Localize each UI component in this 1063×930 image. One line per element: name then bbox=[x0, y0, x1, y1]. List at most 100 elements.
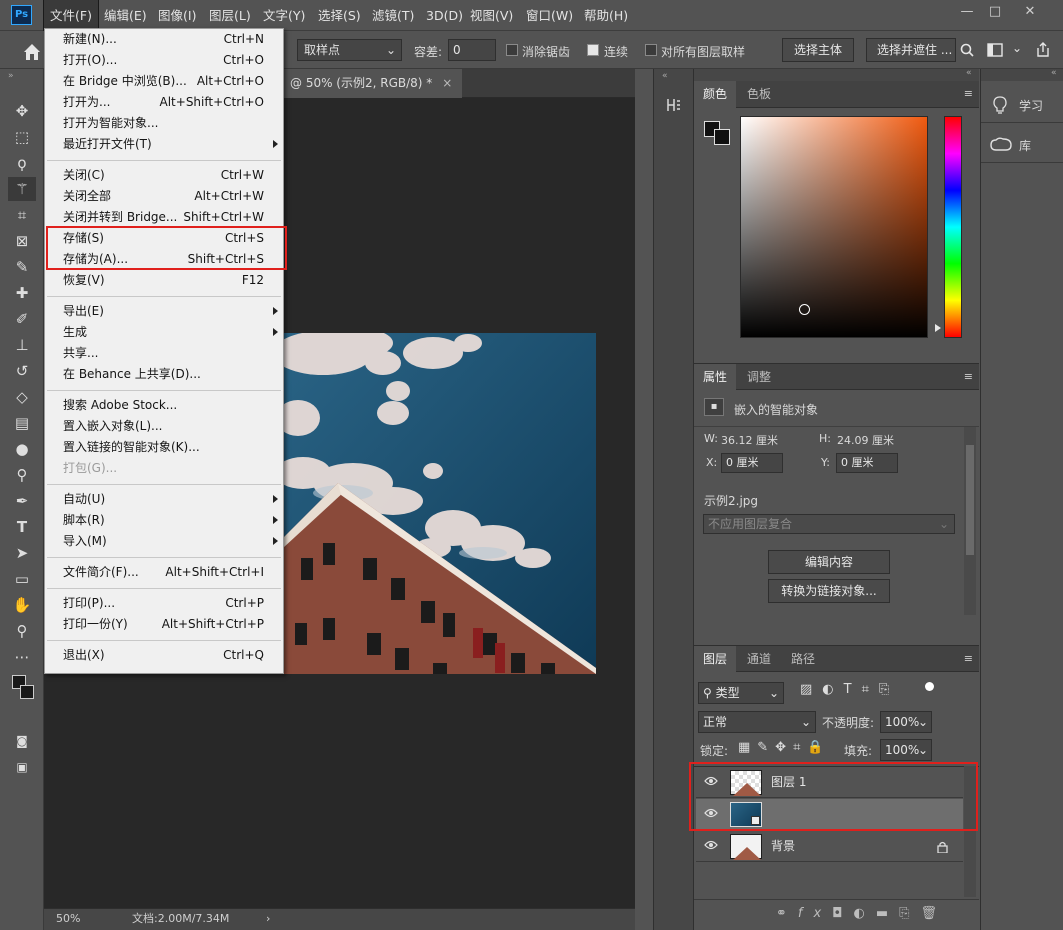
layer-actions[interactable]: ⚭fx◘◐▬⎘🗑 bbox=[776, 906, 948, 921]
menu-item[interactable]: 文件(F) bbox=[43, 0, 99, 32]
layer-comp-select[interactable]: 不应用图层复合 ⌄ bbox=[703, 514, 955, 534]
antialias-checkbox[interactable] bbox=[506, 44, 518, 56]
tab-layers[interactable]: 图层 bbox=[694, 646, 737, 673]
hue-slider[interactable] bbox=[944, 116, 962, 338]
share-icon[interactable] bbox=[1035, 42, 1051, 58]
menu-item[interactable]: 图层(L) bbox=[203, 0, 257, 31]
crop-tool-icon[interactable]: ⌗ bbox=[8, 203, 36, 227]
layer-filter-icons[interactable]: ▨◐T⌗⎘ bbox=[800, 682, 899, 697]
color-picker-cursor[interactable] bbox=[799, 304, 810, 315]
file-menu-item[interactable]: 导入(M) bbox=[63, 531, 278, 552]
lock-icons[interactable]: ▦✎✥⌗🔒 bbox=[738, 740, 831, 755]
frame-tool-icon[interactable]: ⊠ bbox=[8, 229, 36, 253]
file-menu-item[interactable]: 退出(X) Ctrl+Q bbox=[63, 645, 268, 666]
file-menu-item[interactable]: 恢复(V) F12 bbox=[63, 270, 268, 291]
tab-paths[interactable]: 路径 bbox=[782, 646, 824, 673]
close-tab-icon[interactable]: × bbox=[442, 76, 452, 90]
menu-item[interactable]: 选择(S) bbox=[312, 0, 367, 31]
hand-tool-icon[interactable]: ✋ bbox=[8, 593, 36, 617]
file-menu-item[interactable]: 关闭(C) Ctrl+W bbox=[63, 165, 268, 186]
dodge-tool-icon[interactable]: ⚲ bbox=[8, 463, 36, 487]
visibility-eye-icon[interactable] bbox=[704, 840, 718, 850]
filter-toggle-icon[interactable] bbox=[925, 682, 934, 691]
edit-contents-button[interactable]: 编辑内容 bbox=[768, 550, 890, 574]
hue-slider-handle[interactable] bbox=[935, 324, 941, 332]
file-menu-item[interactable]: 关闭并转到 Bridge... Shift+Ctrl+W bbox=[63, 207, 268, 228]
file-menu-item[interactable]: 在 Behance 上共享(D)... bbox=[63, 364, 268, 385]
file-menu-item[interactable]: 打开为智能对象... bbox=[63, 113, 268, 134]
menu-item[interactable]: 窗口(W) bbox=[520, 0, 579, 31]
file-menu-item[interactable]: 搜索 Adobe Stock... bbox=[63, 395, 268, 416]
magic-wand-tool-icon[interactable]: ⚚ bbox=[8, 177, 36, 201]
home-icon[interactable] bbox=[22, 42, 42, 62]
healing-brush-tool-icon[interactable]: ✚ bbox=[8, 281, 36, 305]
library-button[interactable]: 库 bbox=[981, 127, 1063, 163]
chevron-down-icon[interactable]: ⌄ bbox=[1012, 41, 1022, 55]
y-input[interactable]: 0 厘米 bbox=[836, 453, 898, 473]
file-menu-item[interactable]: 最近打开文件(T) bbox=[63, 134, 278, 155]
collapse-icon[interactable]: « bbox=[1051, 68, 1057, 78]
zoom-tool-icon[interactable]: ⚲ bbox=[8, 619, 36, 643]
maximize-button[interactable]: □ bbox=[982, 2, 1008, 22]
all-layers-checkbox[interactable] bbox=[645, 44, 657, 56]
file-menu-item[interactable]: 打印一份(Y) Alt+Shift+Ctrl+P bbox=[63, 614, 268, 635]
file-menu-item[interactable]: 打开为... Alt+Shift+Ctrl+O bbox=[63, 92, 268, 113]
properties-scrollbar[interactable] bbox=[964, 427, 976, 615]
eraser-tool-icon[interactable]: ◇ bbox=[8, 385, 36, 409]
chevron-right-icon[interactable]: › bbox=[266, 909, 270, 929]
background-color-swatch[interactable] bbox=[714, 129, 730, 145]
menu-item[interactable]: 文字(Y) bbox=[257, 0, 311, 31]
file-menu-item[interactable]: 脚本(R) bbox=[63, 510, 278, 531]
screen-mode-icon[interactable]: ▣ bbox=[8, 755, 36, 779]
tab-adjustments[interactable]: 调整 bbox=[738, 364, 780, 391]
file-menu-item[interactable]: 共享... bbox=[63, 343, 268, 364]
close-window-button[interactable]: ✕ bbox=[1017, 2, 1043, 22]
convert-to-linked-button[interactable]: 转换为链接对象... bbox=[768, 579, 890, 603]
opacity-input[interactable]: 100% ⌄ bbox=[880, 711, 932, 733]
file-menu-item[interactable]: 导出(E) bbox=[63, 301, 278, 322]
blend-mode-select[interactable]: 正常 ⌄ bbox=[698, 711, 816, 733]
blur-tool-icon[interactable]: ● bbox=[8, 437, 36, 461]
lasso-tool-icon[interactable]: ϙ bbox=[8, 151, 36, 175]
background-color-swatch[interactable] bbox=[20, 685, 34, 699]
menu-item[interactable]: 视图(V) bbox=[464, 0, 519, 31]
file-menu-item[interactable]: 新建(N)... Ctrl+N bbox=[63, 29, 268, 50]
contiguous-checkbox[interactable] bbox=[587, 44, 599, 56]
menu-item[interactable]: 3D(D) bbox=[420, 0, 469, 31]
eyedropper-tool-icon[interactable]: ✎ bbox=[8, 255, 36, 279]
menu-item[interactable]: 帮助(H) bbox=[578, 0, 634, 31]
path-selection-tool-icon[interactable]: ➤ bbox=[8, 541, 36, 565]
select-subject-button[interactable]: 选择主体 bbox=[782, 38, 854, 62]
panel-menu-icon[interactable]: ≡ bbox=[964, 652, 973, 665]
collapse-icon[interactable]: « bbox=[966, 68, 972, 78]
tab-properties[interactable]: 属性 bbox=[694, 364, 737, 391]
file-menu-item[interactable]: 文件简介(F)... Alt+Shift+Ctrl+I bbox=[63, 562, 268, 583]
menu-item[interactable]: 编辑(E) bbox=[98, 0, 153, 31]
file-menu-item[interactable]: 生成 bbox=[63, 322, 278, 343]
quick-mask-icon[interactable]: ◙ bbox=[8, 729, 36, 753]
history-brush-tool-icon[interactable]: ↺ bbox=[8, 359, 36, 383]
color-picker-field[interactable] bbox=[740, 116, 928, 338]
select-and-mask-button[interactable]: 选择并遮住 ... bbox=[866, 38, 956, 62]
document-tab[interactable]: @ 50% (示例2, RGB/8) * × bbox=[280, 69, 463, 98]
move-tool-icon[interactable]: ✥ bbox=[8, 99, 36, 123]
brush-tool-icon[interactable]: ✐ bbox=[8, 307, 36, 331]
layer-filter-select[interactable]: ⚲ 类型 ⌄ bbox=[698, 682, 784, 704]
collapse-icon[interactable]: « bbox=[662, 71, 668, 81]
file-menu-item[interactable]: 自动(U) bbox=[63, 489, 278, 510]
pen-tool-icon[interactable]: ✒ bbox=[8, 489, 36, 513]
workspace-icon[interactable] bbox=[987, 43, 1003, 57]
file-menu-item[interactable]: 打印(P)... Ctrl+P bbox=[63, 593, 268, 614]
zoom-level[interactable]: 50% bbox=[56, 909, 80, 929]
tab-swatches[interactable]: 色板 bbox=[738, 81, 780, 108]
panel-menu-icon[interactable]: ≡ bbox=[964, 370, 973, 383]
tab-channels[interactable]: 通道 bbox=[738, 646, 780, 673]
file-menu-item[interactable]: 置入链接的智能对象(K)... bbox=[63, 437, 268, 458]
panel-menu-icon[interactable]: ≡ bbox=[964, 87, 973, 100]
marquee-tool-icon[interactable]: ⬚ bbox=[8, 125, 36, 149]
gradient-tool-icon[interactable]: ▤ bbox=[8, 411, 36, 435]
layer-name[interactable]: 背景 bbox=[771, 831, 795, 862]
tolerance-input[interactable]: 0 bbox=[448, 39, 496, 61]
file-menu-item[interactable]: 置入嵌入对象(L)... bbox=[63, 416, 268, 437]
learn-button[interactable]: 学习 bbox=[981, 87, 1063, 123]
